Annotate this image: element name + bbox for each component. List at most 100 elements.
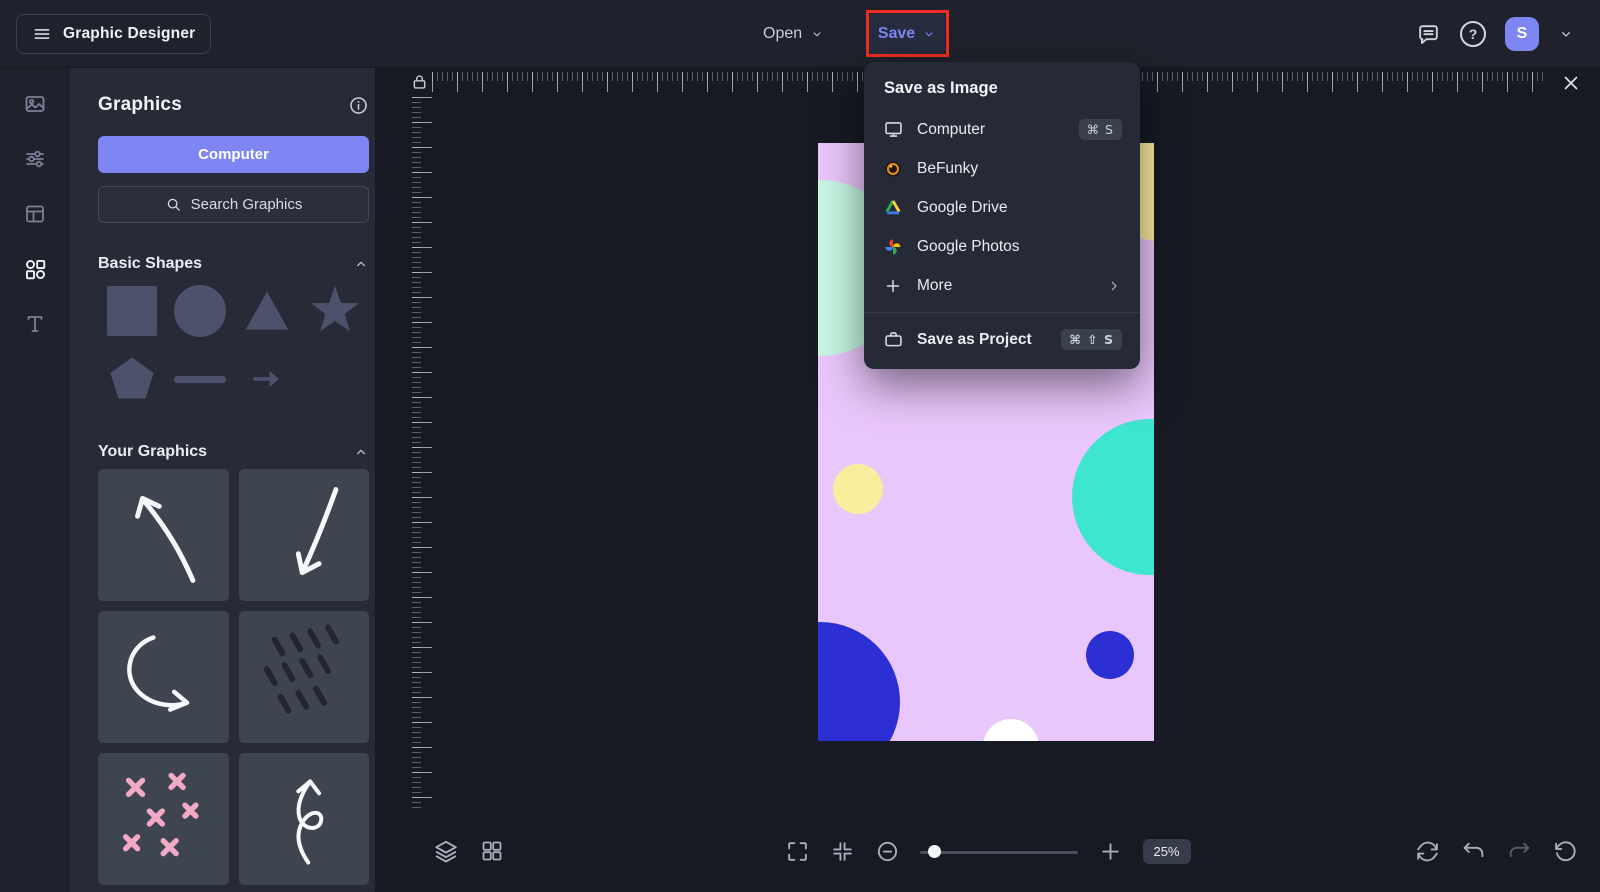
canvas-shape-small-blue-circle[interactable] xyxy=(1086,631,1134,679)
dashes-graphic xyxy=(239,611,370,743)
menu-item-label: BeFunky xyxy=(917,160,978,178)
zoom-out-button[interactable] xyxy=(875,839,900,864)
vertical-ruler xyxy=(409,97,431,812)
info-icon xyxy=(348,95,369,116)
graphic-thumbnail-pink-x-marks[interactable] xyxy=(98,753,229,885)
sidebar-item-image-manager[interactable] xyxy=(15,84,55,124)
topbar-right-group: ? S xyxy=(1416,0,1574,68)
account-menu-button[interactable] xyxy=(1558,26,1574,42)
menu-item-google-photos[interactable]: Google Photos xyxy=(864,227,1140,266)
feedback-button[interactable] xyxy=(1416,22,1441,47)
menu-item-more[interactable]: More xyxy=(864,266,1140,305)
chevron-right-icon xyxy=(1106,278,1122,294)
basic-shapes-grid xyxy=(98,285,369,405)
menu-item-save-as-project[interactable]: Save as Project ⌘ ⇧ S xyxy=(864,320,1140,359)
app-title: Graphic Designer xyxy=(63,25,195,43)
ruler-lock-button[interactable] xyxy=(410,71,429,93)
lock-icon xyxy=(410,71,429,93)
fullscreen-icon xyxy=(785,839,810,864)
sidebar-item-edit[interactable] xyxy=(15,139,55,179)
text-icon xyxy=(23,312,47,336)
arrow-shape xyxy=(239,364,295,394)
zoom-in-icon xyxy=(1098,839,1123,864)
zoom-out-icon xyxy=(875,839,900,864)
zoom-slider-knob[interactable] xyxy=(928,845,941,858)
sidebar-item-graphics[interactable] xyxy=(15,249,55,289)
circle-shape xyxy=(174,285,226,337)
star-shape xyxy=(306,283,364,339)
chevron-up-icon xyxy=(353,256,369,272)
search-graphics-button[interactable]: Search Graphics xyxy=(98,186,369,223)
graphic-thumbnail-dashes[interactable] xyxy=(239,611,370,743)
square-shape xyxy=(107,286,157,336)
google-photos-icon xyxy=(882,237,904,257)
grid-icon xyxy=(480,839,504,863)
zoom-slider[interactable] xyxy=(920,845,1078,859)
graphic-thumbnail-curved-arrow-up[interactable] xyxy=(98,469,229,601)
layers-button[interactable] xyxy=(433,838,459,864)
zoom-level-badge[interactable]: 25% xyxy=(1143,839,1191,864)
shape-pentagon[interactable] xyxy=(103,353,161,405)
your-graphics-grid xyxy=(98,469,369,885)
basic-shapes-header: Basic Shapes xyxy=(98,255,369,273)
zoom-in-button[interactable] xyxy=(1098,839,1123,864)
menu-item-label: Save as Project xyxy=(917,331,1032,349)
topbar: Graphic Designer Open Save ? S xyxy=(0,0,1600,68)
canvas-shape-small-yellow-circle[interactable] xyxy=(833,464,883,514)
help-button[interactable]: ? xyxy=(1460,21,1486,47)
graphic-thumbnail-squiggle-arrow[interactable] xyxy=(239,753,370,885)
avatar-initial: S xyxy=(1517,25,1528,43)
shape-star[interactable] xyxy=(306,285,364,337)
tool-rail xyxy=(0,68,70,892)
shortcut-badge: ⌘ S xyxy=(1079,119,1122,140)
squiggle-arrow-graphic xyxy=(239,753,370,885)
account-avatar[interactable]: S xyxy=(1505,17,1539,51)
refresh-icon xyxy=(1415,839,1440,864)
graphic-thumbnail-arrow-down-left[interactable] xyxy=(239,469,370,601)
menu-item-computer[interactable]: Computer ⌘ S xyxy=(864,110,1140,149)
fit-to-screen-button[interactable] xyxy=(830,839,855,864)
shape-line[interactable] xyxy=(171,353,229,405)
menu-item-label: Computer xyxy=(917,121,985,139)
shapes-grid-icon xyxy=(23,257,48,282)
shape-square[interactable] xyxy=(103,285,161,337)
grid-view-button[interactable] xyxy=(480,839,504,863)
open-button[interactable]: Open xyxy=(763,0,824,68)
fullscreen-button[interactable] xyxy=(785,839,810,864)
image-icon xyxy=(23,92,47,116)
curved-arrow-up-graphic xyxy=(98,469,229,601)
graphic-thumbnail-curve-arrow-right[interactable] xyxy=(98,611,229,743)
canvas-shape-teal-circle[interactable] xyxy=(1072,419,1154,575)
info-button[interactable] xyxy=(348,95,369,116)
layout-icon xyxy=(23,202,47,226)
redo-button[interactable] xyxy=(1507,839,1532,864)
history-button[interactable] xyxy=(1553,839,1578,864)
save-button-label: Save xyxy=(878,25,915,43)
save-dropdown-menu: Save as Image Computer ⌘ S BeFunky xyxy=(864,62,1140,369)
collapse-your-graphics-button[interactable] xyxy=(353,444,369,460)
zoom-slider-track[interactable] xyxy=(920,851,1078,854)
undo-button[interactable] xyxy=(1461,839,1486,864)
shape-arrow[interactable] xyxy=(238,353,296,405)
comment-icon xyxy=(1416,22,1441,47)
collapse-basic-shapes-button[interactable] xyxy=(353,256,369,272)
hamburger-icon xyxy=(32,24,52,44)
app-menu-button[interactable]: Graphic Designer xyxy=(16,14,211,54)
menu-item-befunky[interactable]: BeFunky xyxy=(864,149,1140,188)
sidebar-item-text[interactable] xyxy=(15,304,55,344)
canvas-shape-large-blue-circle[interactable] xyxy=(818,622,900,741)
triangle-shape xyxy=(239,285,295,337)
menu-item-google-drive[interactable]: Google Drive xyxy=(864,188,1140,227)
computer-upload-button[interactable]: Computer xyxy=(98,136,369,173)
shape-circle[interactable] xyxy=(171,285,229,337)
sidebar-item-templates[interactable] xyxy=(15,194,55,234)
canvas-close-button[interactable] xyxy=(1560,72,1582,94)
close-icon xyxy=(1560,72,1582,94)
canvas-shape-white-circle[interactable] xyxy=(983,719,1039,741)
curve-arrow-right-graphic xyxy=(98,611,229,743)
basic-shapes-title: Basic Shapes xyxy=(98,255,202,273)
refresh-button[interactable] xyxy=(1415,839,1440,864)
fit-screen-icon xyxy=(830,839,855,864)
save-button[interactable]: Save xyxy=(869,13,945,54)
shape-triangle[interactable] xyxy=(238,285,296,337)
